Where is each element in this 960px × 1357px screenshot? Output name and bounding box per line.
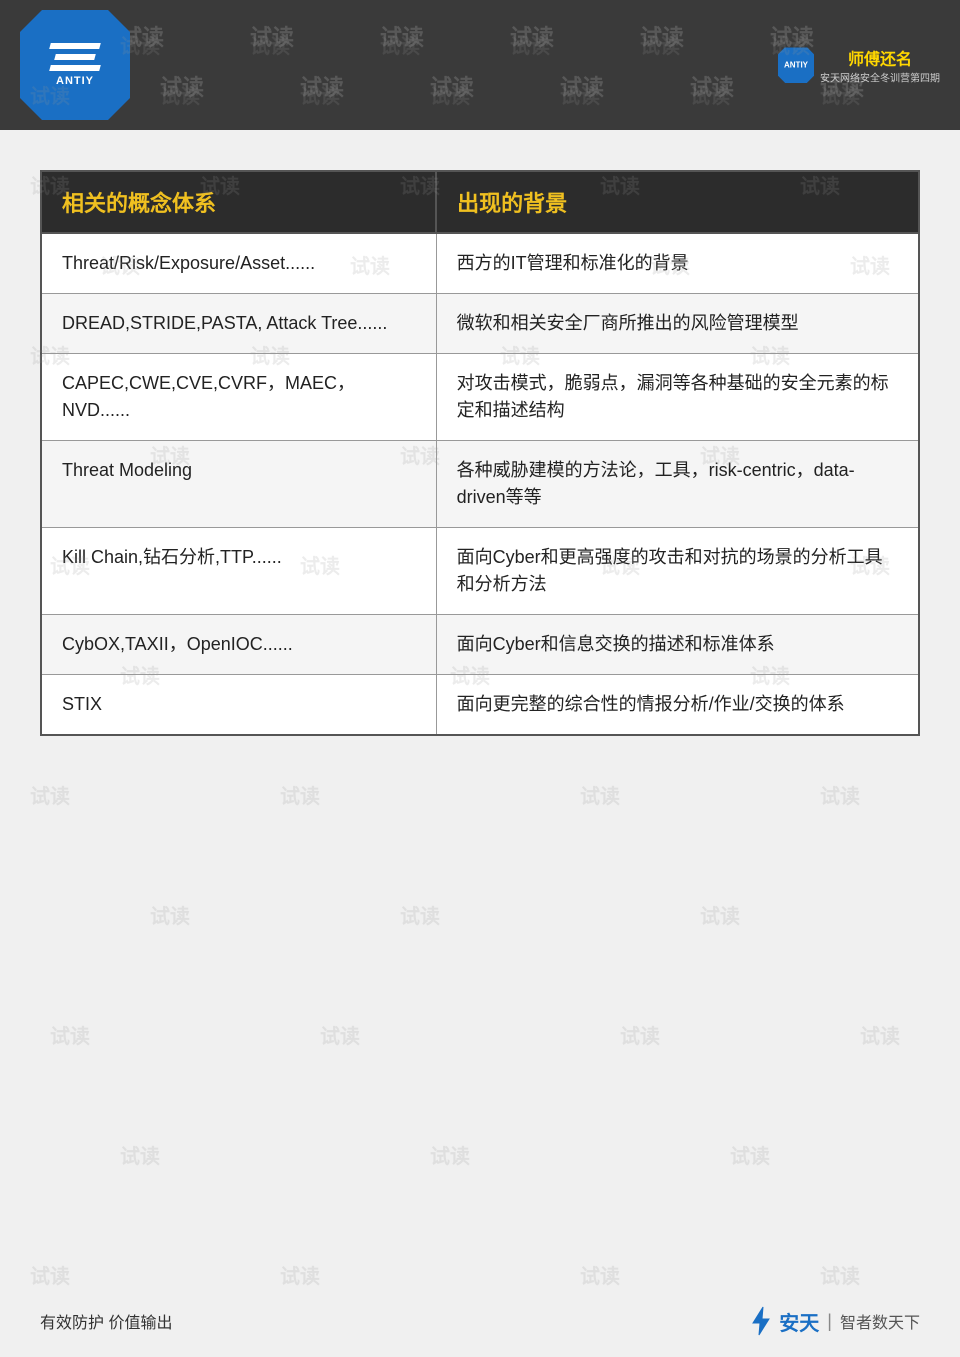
table-cell-col2: 微软和相关安全厂商所推出的风险管理模型 [436, 294, 919, 354]
concepts-table: 相关的概念体系 出现的背景 Threat/Risk/Exposure/Asset… [40, 170, 920, 736]
right-logo-text: 师傅还名 安天网络安全冬训营第四期 [820, 46, 940, 85]
footer-branding: 安天 | 智者数天下 [747, 1305, 920, 1337]
page-watermark-38: 试读 [580, 780, 620, 809]
logo-line-2 [54, 54, 96, 60]
table-cell-col2: 面向Cyber和信息交换的描述和标准体系 [436, 615, 919, 675]
wm-3: 试读 [380, 20, 424, 52]
page-watermark-36: 试读 [30, 780, 70, 809]
footer-brand-name: 安天 [779, 1307, 819, 1336]
lightning-icon [747, 1305, 775, 1337]
page-watermark-40: 试读 [150, 900, 190, 929]
table-cell-col2: 面向Cyber和更高强度的攻击和对抗的场景的分析工具和分析方法 [436, 528, 919, 615]
footer-tagline: 有效防护 价值输出 [40, 1309, 172, 1333]
table-cell-col1: Threat/Risk/Exposure/Asset...... [41, 233, 436, 294]
right-logo-icon: ANTIY [778, 47, 814, 83]
col2-header: 出现的背景 [436, 171, 919, 233]
page-watermark-43: 试读 [50, 1020, 90, 1049]
wm-9: 试读 [300, 70, 344, 102]
footer-brand-sub: 智者数天下 [840, 1309, 920, 1333]
logo-lines [50, 43, 100, 71]
table-row: Threat Modeling各种威胁建模的方法论，工具，risk-centri… [41, 441, 919, 528]
logo-line-1 [49, 43, 101, 49]
table-cell-col1: Threat Modeling [41, 441, 436, 528]
antiy-logo: ANTIY [20, 10, 130, 120]
page-watermark-52: 试读 [580, 1260, 620, 1289]
right-logo-main: 师傅还名 [820, 46, 940, 70]
table-cell-col1: STIX [41, 675, 436, 736]
col1-header: 相关的概念体系 [41, 171, 436, 233]
table-row: DREAD,STRIDE,PASTA, Attack Tree......微软和… [41, 294, 919, 354]
page-watermark-42: 试读 [700, 900, 740, 929]
table-cell-col1: CybOX,TAXII，OpenIOC...... [41, 615, 436, 675]
header: 试读 试读 试读 试读 试读 试读 试读 试读 试读 试读 试读 试读 试读 A… [0, 0, 960, 130]
page-watermark-50: 试读 [30, 1260, 70, 1289]
table-row: STIX面向更完整的综合性的情报分析/作业/交换的体系 [41, 675, 919, 736]
wm-10: 试读 [430, 70, 474, 102]
wm-2: 试读 [250, 20, 294, 52]
table-cell-col2: 对攻击模式，脆弱点，漏洞等各种基础的安全元素的标定和描述结构 [436, 354, 919, 441]
page-watermark-48: 试读 [430, 1140, 470, 1169]
page-watermark-46: 试读 [860, 1020, 900, 1049]
page-watermark-53: 试读 [820, 1260, 860, 1289]
table-cell-col2: 面向更完整的综合性的情报分析/作业/交换的体系 [436, 675, 919, 736]
page-watermark-39: 试读 [820, 780, 860, 809]
wm-12: 试读 [690, 70, 734, 102]
footer: 有效防护 价值输出 安天 | 智者数天下 [0, 1305, 960, 1337]
page-watermark-47: 试读 [120, 1140, 160, 1169]
wm-4: 试读 [510, 20, 554, 52]
table-row: Threat/Risk/Exposure/Asset......西方的IT管理和… [41, 233, 919, 294]
footer-divider: | [827, 1311, 832, 1332]
page-watermark-37: 试读 [280, 780, 320, 809]
table-row: CAPEC,CWE,CVE,CVRF，MAEC，NVD......对攻击模式，脆… [41, 354, 919, 441]
logo-line-3 [49, 65, 101, 71]
table-cell-col1: Kill Chain,钻石分析,TTP...... [41, 528, 436, 615]
page-watermark-44: 试读 [320, 1020, 360, 1049]
table-header-row: 相关的概念体系 出现的背景 [41, 171, 919, 233]
logo-label: ANTIY [56, 75, 94, 87]
wm-8: 试读 [160, 70, 204, 102]
table-cell-col2: 西方的IT管理和标准化的背景 [436, 233, 919, 294]
table-cell-col2: 各种威胁建模的方法论，工具，risk-centric，data-driven等等 [436, 441, 919, 528]
page-watermark-49: 试读 [730, 1140, 770, 1169]
page-watermark-45: 试读 [620, 1020, 660, 1049]
header-right-branding: ANTIY 师傅还名 安天网络安全冬训营第四期 [778, 46, 940, 85]
wm-11: 试读 [560, 70, 604, 102]
right-logo-sub: 安天网络安全冬训营第四期 [820, 70, 940, 85]
table-cell-col1: CAPEC,CWE,CVE,CVRF，MAEC，NVD...... [41, 354, 436, 441]
wm-5: 试读 [640, 20, 684, 52]
table-row: Kill Chain,钻石分析,TTP......面向Cyber和更高强度的攻击… [41, 528, 919, 615]
page-watermark-41: 试读 [400, 900, 440, 929]
main-content: 相关的概念体系 出现的背景 Threat/Risk/Exposure/Asset… [0, 130, 960, 756]
page-watermark-51: 试读 [280, 1260, 320, 1289]
table-cell-col1: DREAD,STRIDE,PASTA, Attack Tree...... [41, 294, 436, 354]
table-row: CybOX,TAXII，OpenIOC......面向Cyber和信息交换的描述… [41, 615, 919, 675]
